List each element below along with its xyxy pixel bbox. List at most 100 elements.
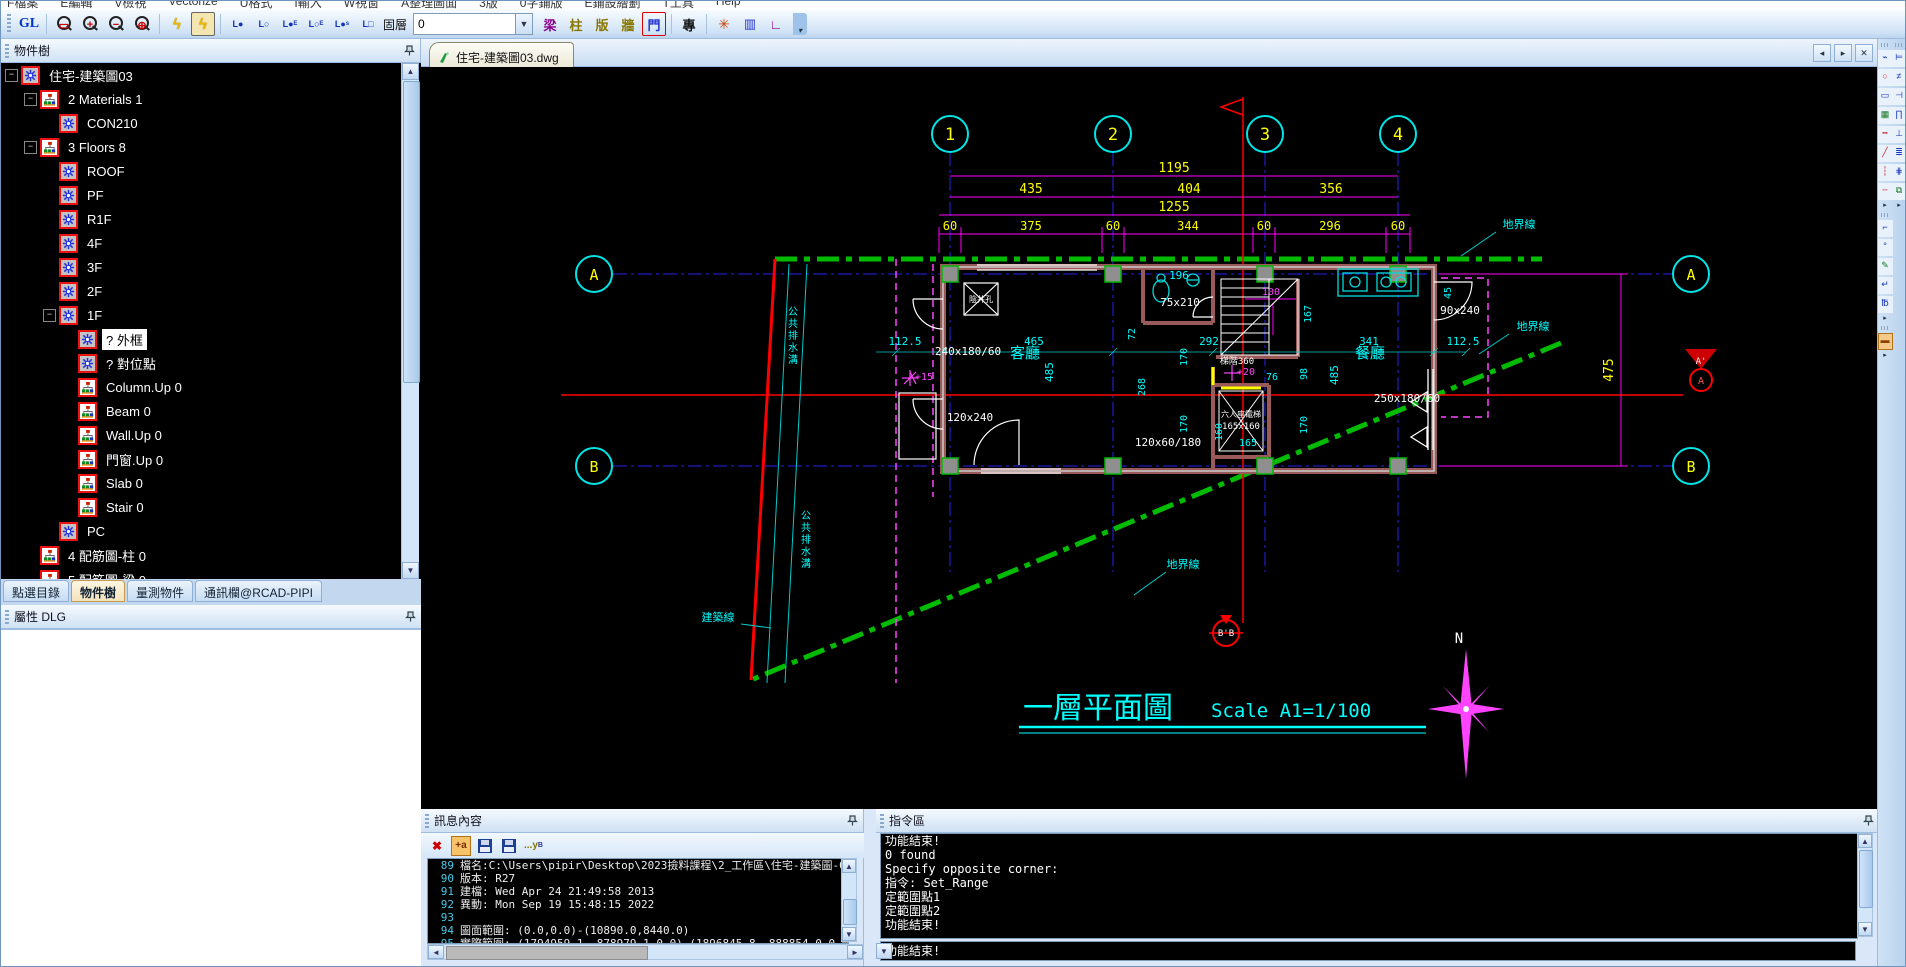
tree-item[interactable]: 住宅-建築圖03 [1, 63, 421, 87]
toolbar-more-icon[interactable]: ▸ [1879, 314, 1892, 324]
section-bar-icon[interactable]: ▬ [1878, 333, 1893, 350]
dim-ordinate-icon[interactable]: ⋕ [1892, 164, 1906, 181]
toolbar-more-icon[interactable]: ▸ [1879, 201, 1892, 211]
toolbar-more-icon[interactable]: ▸ [1879, 351, 1892, 361]
tree-node-icon[interactable] [78, 474, 97, 493]
layer-freeze-icon[interactable]: L●ᴱ [278, 12, 302, 36]
fixed-layer-button[interactable]: 固層 [382, 12, 408, 36]
toolbar-grip[interactable] [1881, 213, 1889, 217]
tree-node-icon[interactable] [78, 426, 97, 445]
edit-annotation-icon[interactable]: ✎ [1878, 258, 1893, 275]
save-as-icon[interactable] [499, 836, 519, 856]
tree-item[interactable]: Wall.Up 0 [1, 423, 421, 447]
toolbar-grip[interactable] [1881, 326, 1889, 330]
layer-set-icon[interactable]: L●ˢ [330, 12, 354, 36]
y-filter-icon[interactable]: ...yB [523, 836, 544, 856]
tree-node-icon[interactable] [40, 570, 59, 580]
menu-item[interactable]: V檢視 [114, 1, 146, 10]
tab-close-icon[interactable]: ✕ [1855, 44, 1873, 62]
dim-baseline-icon[interactable]: ⊥ [1892, 126, 1906, 143]
toolbar-grip[interactable] [7, 14, 11, 34]
menu-item[interactable]: 3版 [479, 1, 498, 10]
dim-edit-icon[interactable]: ⧉ [1892, 183, 1906, 200]
tree-item[interactable]: Beam 0 [1, 399, 421, 423]
dim-linear-icon[interactable]: ⊨ [1892, 50, 1906, 67]
leader-tool-icon[interactable]: ⌁ [1878, 50, 1893, 67]
tree-item[interactable]: 5 配筋圖-梁 0 [1, 567, 421, 579]
layer-thaw-icon[interactable]: L○ᴱ [304, 12, 328, 36]
tree-expander-icon[interactable] [43, 309, 56, 322]
scroll-thumb[interactable] [446, 946, 648, 960]
menu-item[interactable]: W視窗 [344, 1, 379, 10]
tree-item[interactable]: Column.Up 0 [1, 375, 421, 399]
tree-node-icon[interactable] [78, 378, 97, 397]
message-hscrollbar[interactable]: ◄ ► [427, 944, 864, 960]
insert-symbol-icon[interactable]: ↵ [1878, 277, 1893, 294]
message-log[interactable]: 89 檔名:C:\Users\pipir\Desktop\2023撿料課程\2_… [427, 858, 849, 944]
tab-prev-icon[interactable]: ◂ [1813, 44, 1831, 62]
tree-node-icon[interactable] [59, 282, 78, 301]
tree-item[interactable]: ROOF [1, 159, 421, 183]
tree-item[interactable]: Stair 0 [1, 495, 421, 519]
zoom-extents-icon[interactable]: ⊕ [130, 12, 154, 36]
tree-item[interactable]: 門窗.Up 0 [1, 447, 421, 471]
render-icon[interactable]: ✳ [712, 12, 736, 36]
panel-tab[interactable]: 量測物件 [127, 580, 193, 602]
tree-scrollbar[interactable]: ▲ ▼ [401, 63, 419, 579]
scroll-thumb[interactable] [403, 81, 420, 383]
pin-icon[interactable] [403, 610, 417, 624]
polyline-node-icon[interactable]: ⌐ [1878, 220, 1893, 237]
clear-messages-icon[interactable]: ✖ [427, 836, 447, 856]
scroll-thumb[interactable] [1859, 850, 1873, 908]
menu-item[interactable]: Help [716, 1, 741, 10]
door-tool-button[interactable]: 門 [642, 12, 666, 36]
zoom-out-icon[interactable]: − [104, 12, 128, 36]
weight-table-icon[interactable]: ℔ [1878, 296, 1893, 313]
scroll-up-icon[interactable]: ▲ [1858, 834, 1872, 848]
panel-grip[interactable] [5, 44, 9, 58]
zoom-in-icon[interactable]: + [78, 12, 102, 36]
scroll-thumb[interactable] [843, 899, 857, 925]
layer-combobox-value[interactable]: 0 [414, 17, 515, 31]
tree-item[interactable]: R1F [1, 207, 421, 231]
tree-node-icon[interactable] [78, 354, 97, 373]
layer-match-icon[interactable]: L□ [356, 12, 380, 36]
tree-item[interactable]: ? 對位點 [1, 351, 421, 375]
circle-mark-icon[interactable]: ○ [1878, 69, 1893, 86]
gl-button[interactable]: GL [17, 12, 41, 36]
tab-next-icon[interactable]: ▸ [1834, 44, 1852, 62]
toolbar-grip[interactable] [1881, 43, 1889, 47]
scale-ruler-icon[interactable]: ▥ [738, 12, 762, 36]
dim-angular-icon[interactable]: ⊣ [1892, 88, 1906, 105]
tree-node-icon[interactable] [59, 210, 78, 229]
scroll-down-icon[interactable]: ▼ [1858, 922, 1872, 936]
tree-node-icon[interactable] [78, 498, 97, 517]
panel-grip[interactable] [880, 814, 884, 828]
point-node-icon[interactable]: ° [1878, 239, 1893, 256]
quick-regen-icon[interactable]: ϟ [165, 12, 189, 36]
axis-corner-icon[interactable]: ∟ [764, 12, 788, 36]
menu-item[interactable]: 0字鋪版 [520, 1, 563, 10]
menu-item[interactable]: T工具 [662, 1, 693, 10]
dim-radius-icon[interactable]: ∏ [1892, 107, 1906, 124]
document-tab[interactable]: 住宅-建築圖03.dwg [429, 42, 574, 67]
panel-tab[interactable]: 物件樹 [71, 580, 125, 602]
menu-item[interactable]: U格式 [240, 1, 273, 10]
command-input[interactable]: 功能結束! [880, 941, 1856, 961]
chevron-down-icon[interactable]: ▼ [515, 14, 532, 34]
tree-node-icon[interactable] [78, 450, 97, 469]
tree-item[interactable]: 3F [1, 255, 421, 279]
tree-item[interactable]: 2 Materials 1 [1, 87, 421, 111]
slash-dim-icon[interactable]: ╱ [1878, 145, 1893, 162]
beam-tool-button[interactable]: 梁 [538, 12, 562, 36]
regen-all-icon[interactable]: ϟ [191, 12, 215, 36]
tree-expander-icon[interactable] [5, 69, 18, 82]
layer-on-icon[interactable]: L● [226, 12, 250, 36]
menu-item[interactable]: E鋪設繪劃 [584, 1, 640, 10]
pin-icon[interactable] [402, 44, 416, 58]
tree-node-icon[interactable] [59, 522, 78, 541]
tree-node-icon[interactable] [78, 330, 97, 349]
tree-node-icon[interactable] [78, 402, 97, 421]
tree-item[interactable]: CON210 [1, 111, 421, 135]
tree-expander-icon[interactable] [24, 141, 37, 154]
